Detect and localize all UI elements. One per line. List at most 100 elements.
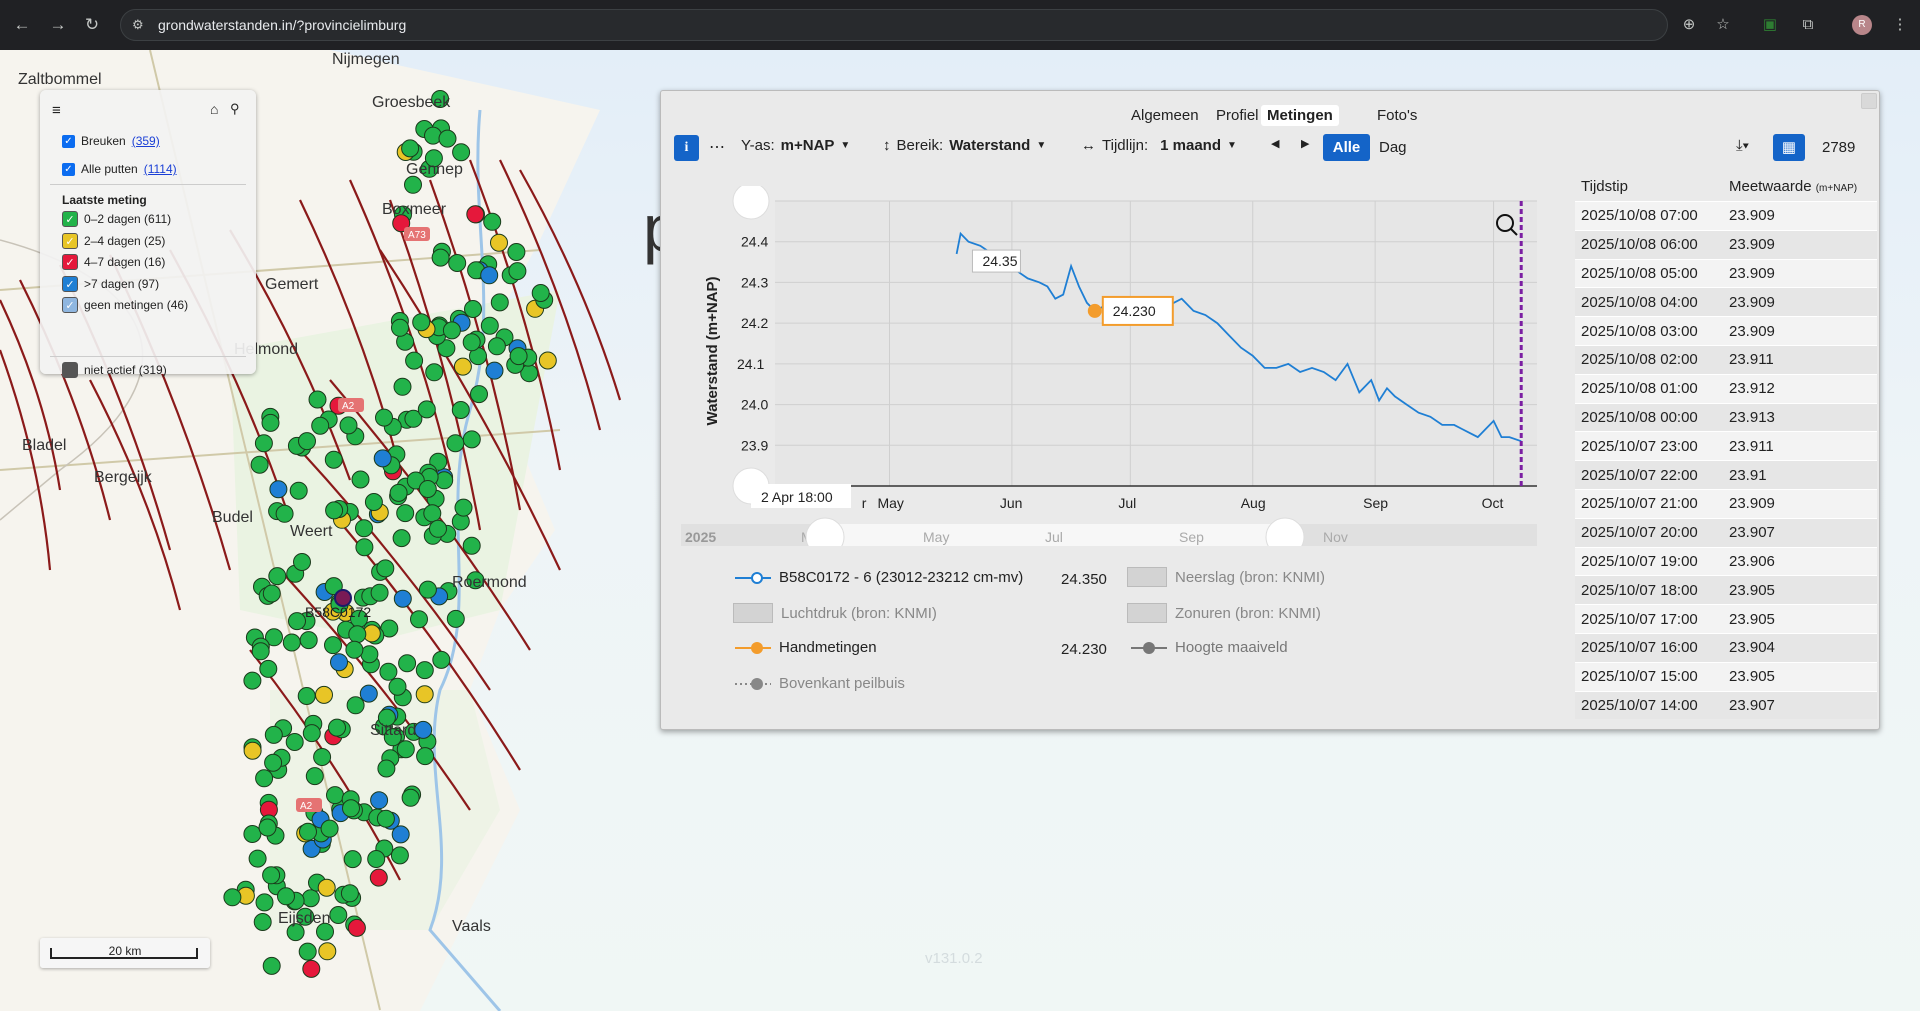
well-marker[interactable] [359,684,378,703]
well-marker[interactable] [355,538,374,557]
well-marker[interactable] [466,205,485,224]
legend-handmetingen[interactable]: Handmetingen [735,639,877,656]
well-marker[interactable] [391,825,410,844]
table-row[interactable]: 2025/10/07 18:00 23.905 [1575,575,1877,605]
well-marker[interactable] [342,799,360,818]
inactive-swatch[interactable] [62,362,78,378]
well-marker[interactable] [483,212,502,231]
well-marker[interactable] [454,498,473,517]
well-marker[interactable] [431,248,450,267]
well-marker[interactable] [432,650,451,669]
yaxis-value[interactable]: m+NAP [781,137,835,154]
well-marker[interactable] [442,321,461,340]
well-marker[interactable] [393,589,412,608]
well-marker[interactable] [351,470,370,489]
well-marker[interactable] [324,636,342,655]
well-marker[interactable] [448,254,467,272]
well-marker[interactable] [418,580,437,599]
back-icon[interactable]: ← [12,15,32,35]
well-marker[interactable] [480,266,499,285]
well-marker[interactable] [435,471,454,490]
well-marker[interactable] [389,483,408,502]
well-marker[interactable] [302,724,321,743]
menu-kebab-icon[interactable]: ⋮ [1890,15,1910,35]
well-marker[interactable] [393,377,412,396]
well-marker[interactable] [253,913,272,931]
well-marker[interactable] [462,333,481,352]
well-marker[interactable] [251,642,270,661]
table-row[interactable]: 2025/10/08 07:00 23.909 [1575,201,1877,230]
legend-swatch[interactable]: ✓ [62,254,78,270]
legend-neerslag[interactable]: Neerslag (bron: KNMI) [1127,567,1325,587]
well-marker[interactable] [396,740,415,759]
well-marker[interactable] [343,850,362,869]
y-range-handle-top[interactable] [732,186,770,220]
legend-swatch[interactable]: ✓ [62,275,78,292]
well-marker[interactable] [255,893,274,912]
url-text[interactable]: grondwaterstanden.in/?provincielimburg [158,17,406,33]
well-marker[interactable] [243,825,262,843]
well-marker[interactable] [275,504,294,523]
table-row[interactable]: 2025/10/08 05:00 23.909 [1575,258,1877,288]
tijdlijn-value[interactable]: 1 maand [1160,137,1221,154]
well-marker[interactable] [255,769,274,788]
legend-series1[interactable]: B58C0172 - 6 (23012-23212 cm-mv) [735,569,1023,586]
well-marker[interactable] [264,725,283,744]
well-marker[interactable] [429,519,447,538]
col-tijdstip-header[interactable]: Tijdstip [1575,178,1729,195]
well-marker[interactable] [289,481,308,500]
well-marker[interactable] [396,504,415,523]
well-marker[interactable] [297,687,316,705]
well-marker[interactable] [414,720,433,739]
well-marker[interactable] [261,413,280,432]
well-marker[interactable] [509,347,528,366]
well-marker[interactable] [376,809,395,828]
table-row[interactable]: 2025/10/07 21:00 23.909 [1575,488,1877,518]
faults-count-link[interactable]: (359) [132,134,160,148]
well-marker[interactable] [392,529,411,548]
hamburger-icon[interactable]: ≡ [52,102,61,119]
well-marker[interactable] [299,631,318,650]
handmeting-point[interactable] [1087,303,1102,318]
well-marker[interactable] [282,633,301,652]
legend-swatch[interactable]: ✓ [62,297,78,313]
well-marker[interactable] [405,351,424,370]
well-marker[interactable] [418,480,437,498]
well-marker[interactable] [313,748,332,766]
well-marker[interactable] [298,432,316,451]
well-marker[interactable] [340,884,359,903]
well-marker[interactable] [320,819,339,838]
layer-inactive[interactable]: niet actief (319) [62,362,167,378]
dag-button[interactable]: Dag [1379,139,1407,156]
alle-button[interactable]: Alle [1323,134,1370,161]
well-marker[interactable] [398,654,417,673]
well-marker[interactable] [262,866,281,885]
table-row[interactable]: 2025/10/07 23:00 23.911 [1575,431,1877,461]
well-marker[interactable] [417,400,436,419]
well-marker[interactable] [470,385,488,404]
well-marker[interactable] [404,175,422,194]
tab-metingen[interactable]: Metingen [1261,105,1339,126]
table-row[interactable]: 2025/10/08 02:00 23.911 [1575,344,1877,374]
well-marker[interactable] [250,455,269,474]
well-marker[interactable] [424,126,442,145]
well-marker[interactable] [480,316,499,335]
zoom-icon[interactable]: ⊕ [1679,15,1699,35]
well-marker[interactable] [308,390,327,409]
layer-wells[interactable]: ✓ Alle putten (1114) [62,162,177,176]
well-marker[interactable] [487,337,506,356]
download-icon[interactable]: ⤓▾ [1736,137,1749,154]
faults-checkbox[interactable]: ✓ [62,134,75,148]
well-marker[interactable] [531,284,550,302]
well-marker[interactable] [507,243,526,261]
well-marker[interactable] [330,653,348,672]
table-row[interactable]: 2025/10/07 19:00 23.906 [1575,546,1877,576]
well-marker[interactable] [243,741,262,760]
well-marker[interactable] [355,519,373,538]
home-icon[interactable]: ⌂ [210,101,218,117]
forward-icon[interactable]: → [48,15,68,35]
well-marker[interactable] [223,888,242,907]
legend-swatch[interactable]: ✓ [62,211,78,227]
well-marker[interactable] [379,662,398,681]
search-icon[interactable]: ⚲ [230,101,240,117]
